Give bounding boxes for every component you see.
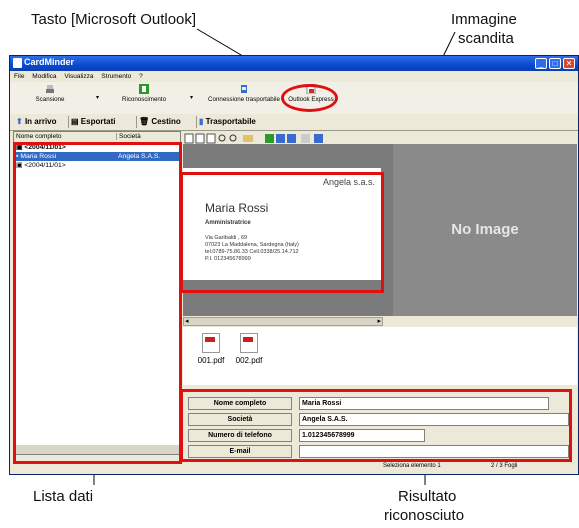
portable-icon xyxy=(241,85,247,93)
no-image-panel: No Image xyxy=(393,144,577,316)
portable-tab-icon: ▮ xyxy=(199,117,204,126)
menu-view[interactable]: Visualizza xyxy=(64,73,93,80)
menu-tools[interactable]: Strumento xyxy=(101,73,131,80)
menu-bar: File Modifica Visualizza Strumento ? xyxy=(10,71,578,82)
connect-label: Connessione trasportabile xyxy=(208,96,280,103)
nav-bar: ⬆ In arrivo ▤ Esportati 🗑 Cestino ▮ Tras… xyxy=(10,114,578,131)
image-tools-icons[interactable] xyxy=(183,133,363,144)
column-name-header[interactable]: Nome completo xyxy=(16,133,62,140)
scroll-left-icon[interactable]: ◂ xyxy=(185,317,189,325)
outlook-highlight xyxy=(281,84,338,112)
title-bar: CardMinder _ □ ✕ xyxy=(10,56,578,71)
status-selected: Seleziona elemento 1 xyxy=(383,463,441,469)
scan-dropdown-icon[interactable]: ▾ xyxy=(96,94,99,101)
recognize-label: Riconoscimento xyxy=(121,96,167,103)
tab-portable-label: Trasportabile xyxy=(205,117,256,126)
maximize-button[interactable]: □ xyxy=(549,58,561,69)
tab-portable[interactable]: ▮ Trasportabile xyxy=(196,116,258,128)
scanner-icon xyxy=(46,85,54,93)
scroll-right-icon[interactable]: ▸ xyxy=(377,317,381,325)
pdf-file-label: 002.pdf xyxy=(235,356,263,365)
recognized-result-highlight xyxy=(180,389,572,462)
tab-trash-label: Cestino xyxy=(151,117,181,126)
connect-portable-button[interactable]: Connessione trasportabile xyxy=(205,84,283,110)
tab-trash[interactable]: 🗑 Cestino xyxy=(136,116,183,128)
data-list-highlight xyxy=(13,142,182,464)
recognize-icon xyxy=(139,84,149,94)
tab-export[interactable]: ▤ Esportati xyxy=(68,116,117,128)
tab-inbox-label: In arrivo xyxy=(24,117,57,126)
close-button[interactable]: ✕ xyxy=(563,58,575,69)
menu-edit[interactable]: Modifica xyxy=(32,73,56,80)
column-company-header[interactable]: Società xyxy=(116,133,141,140)
menu-file[interactable]: File xyxy=(14,73,24,80)
pdf-file[interactable]: 002.pdf xyxy=(229,333,269,365)
recognize-button[interactable]: Riconoscimento xyxy=(118,84,170,110)
trash-icon: 🗑 xyxy=(139,117,150,126)
image-toolbar xyxy=(183,131,577,144)
scan-label: Scansione xyxy=(35,96,65,103)
tab-inbox[interactable]: ⬆ In arrivo xyxy=(14,116,59,128)
tab-export-label: Esportati xyxy=(80,117,116,126)
export-icon: ▤ xyxy=(71,117,79,126)
attached-files: 001.pdf 002.pdf xyxy=(183,327,577,385)
menu-help[interactable]: ? xyxy=(139,73,143,80)
pdf-icon xyxy=(240,333,258,353)
recognize-dropdown-icon[interactable]: ▾ xyxy=(190,94,193,101)
pdf-file[interactable]: 001.pdf xyxy=(191,333,231,365)
status-bar: Seleziona elemento 1 2 / 3 Fogli xyxy=(183,462,577,472)
minimize-button[interactable]: _ xyxy=(535,58,547,69)
pdf-icon xyxy=(202,333,220,353)
status-pages: 2 / 3 Fogli xyxy=(491,463,518,469)
scanned-image-highlight xyxy=(180,172,384,293)
app-icon xyxy=(13,58,22,68)
scan-button[interactable]: Scansione xyxy=(30,84,70,110)
pdf-file-label: 001.pdf xyxy=(197,356,225,365)
inbox-icon: ⬆ xyxy=(16,117,23,126)
image-horizontal-scrollbar[interactable]: ◂ ▸ xyxy=(183,317,383,326)
window-title: CardMinder xyxy=(24,57,75,67)
